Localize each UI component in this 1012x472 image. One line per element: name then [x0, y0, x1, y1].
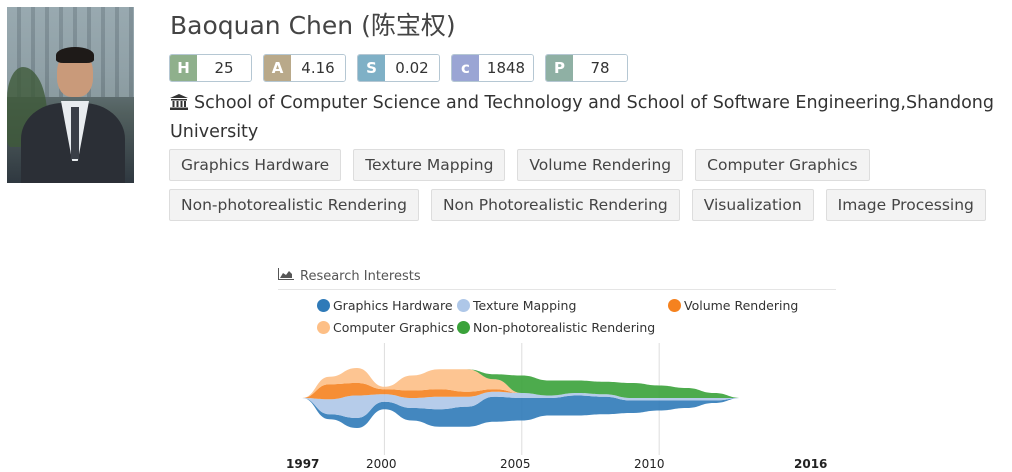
streamgraph: [302, 343, 742, 455]
x-tick-label: 2016: [794, 457, 828, 471]
x-tick-label: 2000: [366, 457, 397, 471]
x-tick-label: 2010: [634, 457, 665, 471]
x-tick-label: 1997: [286, 457, 320, 471]
x-tick-label: 2005: [500, 457, 531, 471]
